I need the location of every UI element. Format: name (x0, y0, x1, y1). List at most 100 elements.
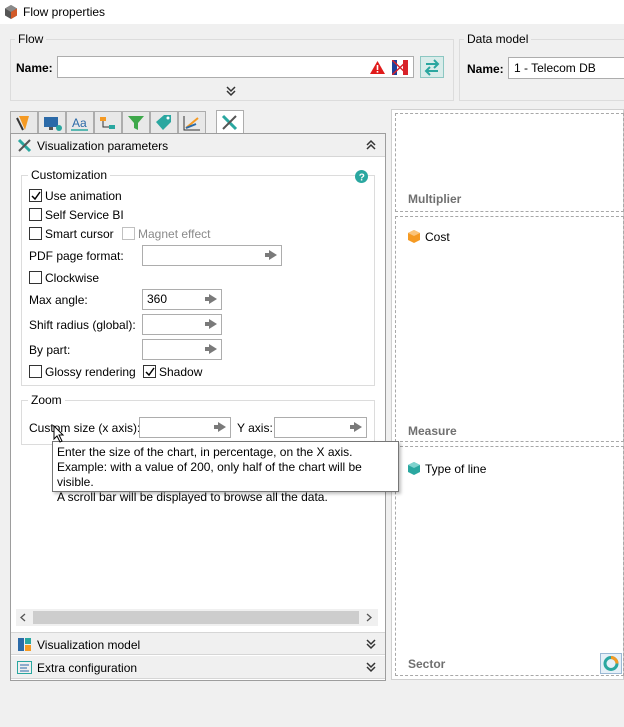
donut-chart-icon (603, 656, 619, 671)
expand-chevron-icon[interactable] (225, 85, 237, 97)
max-angle-input[interactable]: 360 (142, 289, 222, 310)
visualization-parameters-header[interactable]: Visualization parameters (11, 134, 385, 157)
scrollbar-thumb[interactable] (33, 611, 359, 624)
svg-text:?: ? (359, 173, 365, 184)
custom-size-tooltip: Enter the size of the chart, in percenta… (52, 441, 399, 504)
multiplier-title: Multiplier (408, 192, 462, 206)
expand-chevron-icon[interactable] (365, 638, 377, 650)
arrow-right-icon[interactable] (205, 344, 217, 354)
by-part-label: By part: (29, 343, 71, 357)
clockwise-checkbox[interactable] (29, 271, 42, 284)
smart-cursor-label: Smart cursor (45, 227, 114, 241)
arrow-right-icon[interactable] (205, 319, 217, 329)
dimension-cube-icon (408, 462, 420, 475)
custom-size-label: Custom size (x axis): (29, 421, 141, 435)
flow-name-label: Name: (16, 61, 53, 75)
shadow-label: Shadow (159, 365, 203, 379)
svg-text:Aa: Aa (72, 116, 87, 130)
warning-icon (370, 61, 385, 74)
display-icon (44, 117, 62, 131)
flow-name-input[interactable] (57, 56, 414, 78)
magnet-effect-checkbox[interactable] (122, 227, 135, 240)
flow-legend: Flow (18, 32, 44, 46)
measure-title: Measure (408, 424, 457, 438)
checkmark-icon (145, 367, 155, 377)
arrow-right-icon[interactable] (214, 422, 226, 432)
tab-display[interactable] (38, 111, 66, 134)
use-animation-label: Use animation (45, 189, 122, 203)
tab-chart-type[interactable] (10, 111, 38, 134)
extra-configuration-title: Extra configuration (37, 661, 138, 675)
custom-size-input[interactable] (139, 417, 231, 438)
extra-configuration-header[interactable]: Extra configuration (11, 656, 385, 679)
smart-cursor-checkbox[interactable] (29, 227, 42, 240)
measure-dropzone[interactable] (395, 216, 624, 442)
text-style-icon: Aa (71, 116, 88, 131)
y-axis-input[interactable] (274, 417, 367, 438)
data-flow-icon (100, 117, 115, 129)
data-model-select[interactable]: 1 - Telecom DB (508, 57, 624, 79)
axis-chart-icon (183, 116, 200, 131)
measure-item-cost[interactable]: Cost (425, 230, 450, 244)
clockwise-label: Clockwise (45, 271, 100, 285)
glossy-rendering-label: Glossy rendering (45, 365, 136, 379)
y-axis-label: Y axis: (237, 421, 273, 435)
tools-icon (221, 114, 238, 131)
shadow-checkbox[interactable] (143, 365, 156, 378)
scroll-left-icon[interactable] (19, 613, 27, 622)
customization-legend: Customization (31, 168, 108, 182)
filter-icon (128, 116, 144, 130)
swap-button[interactable] (420, 56, 444, 78)
mouse-cursor-icon (53, 425, 65, 443)
tab-axis-chart[interactable] (178, 111, 206, 134)
pdf-page-format-label: PDF page format: (29, 249, 124, 263)
visualization-model-title: Visualization model (37, 638, 141, 652)
by-part-input[interactable] (142, 339, 222, 360)
scroll-right-icon[interactable] (365, 613, 373, 622)
checkmark-icon (31, 191, 41, 201)
pdf-page-format-input[interactable] (142, 245, 282, 266)
collapse-chevron-icon[interactable] (365, 139, 377, 151)
arrow-right-icon[interactable] (265, 250, 277, 260)
tag-icon (156, 115, 171, 130)
measure-cube-icon (408, 230, 420, 243)
chart-preview-button[interactable] (600, 653, 622, 674)
arrow-right-icon[interactable] (205, 294, 217, 304)
window-title: Flow properties (23, 5, 106, 19)
tab-data-flow[interactable] (94, 111, 122, 134)
tab-text-style[interactable]: Aa (66, 111, 94, 134)
self-service-bi-label: Self Service BI (45, 208, 124, 222)
magnet-effect-label: Magnet effect (138, 227, 211, 241)
help-icon[interactable]: ? (355, 170, 368, 183)
app-logo-icon (5, 5, 17, 19)
data-model-name-label: Name: (467, 62, 504, 76)
shift-radius-input[interactable] (142, 314, 222, 335)
arrow-right-icon[interactable] (350, 422, 362, 432)
tools-icon (17, 138, 32, 153)
tooltip-line-1: Enter the size of the chart, in percenta… (57, 445, 353, 459)
language-flag-icon[interactable] (392, 60, 408, 75)
expand-chevron-icon[interactable] (365, 661, 377, 673)
tab-tag[interactable] (150, 111, 178, 134)
sector-item-type-of-line[interactable]: Type of line (425, 462, 486, 476)
config-icon (17, 661, 32, 674)
layout-grid-icon (18, 638, 31, 651)
data-model-legend: Data model (467, 32, 529, 46)
sector-dropzone[interactable] (395, 446, 624, 676)
tooltip-line-3: A scroll bar will be displayed to browse… (57, 490, 328, 504)
tab-tools[interactable] (216, 110, 244, 134)
tooltip-line-2: Example: with a value of 200, only half … (57, 460, 362, 489)
glossy-rendering-checkbox[interactable] (29, 365, 42, 378)
max-angle-label: Max angle: (29, 293, 88, 307)
swap-arrows-icon (424, 59, 440, 76)
use-animation-checkbox[interactable] (29, 189, 42, 202)
tab-filter[interactable] (122, 111, 150, 134)
sector-title: Sector (408, 657, 446, 671)
horizontal-scrollbar[interactable] (16, 609, 378, 626)
self-service-bi-checkbox[interactable] (29, 208, 42, 221)
zoom-legend: Zoom (31, 393, 62, 407)
visualization-model-header[interactable]: Visualization model (11, 632, 385, 655)
chart-type-icon (16, 116, 29, 131)
visualization-parameters-title: Visualization parameters (37, 139, 169, 153)
shift-radius-label: Shift radius (global): (29, 318, 136, 332)
